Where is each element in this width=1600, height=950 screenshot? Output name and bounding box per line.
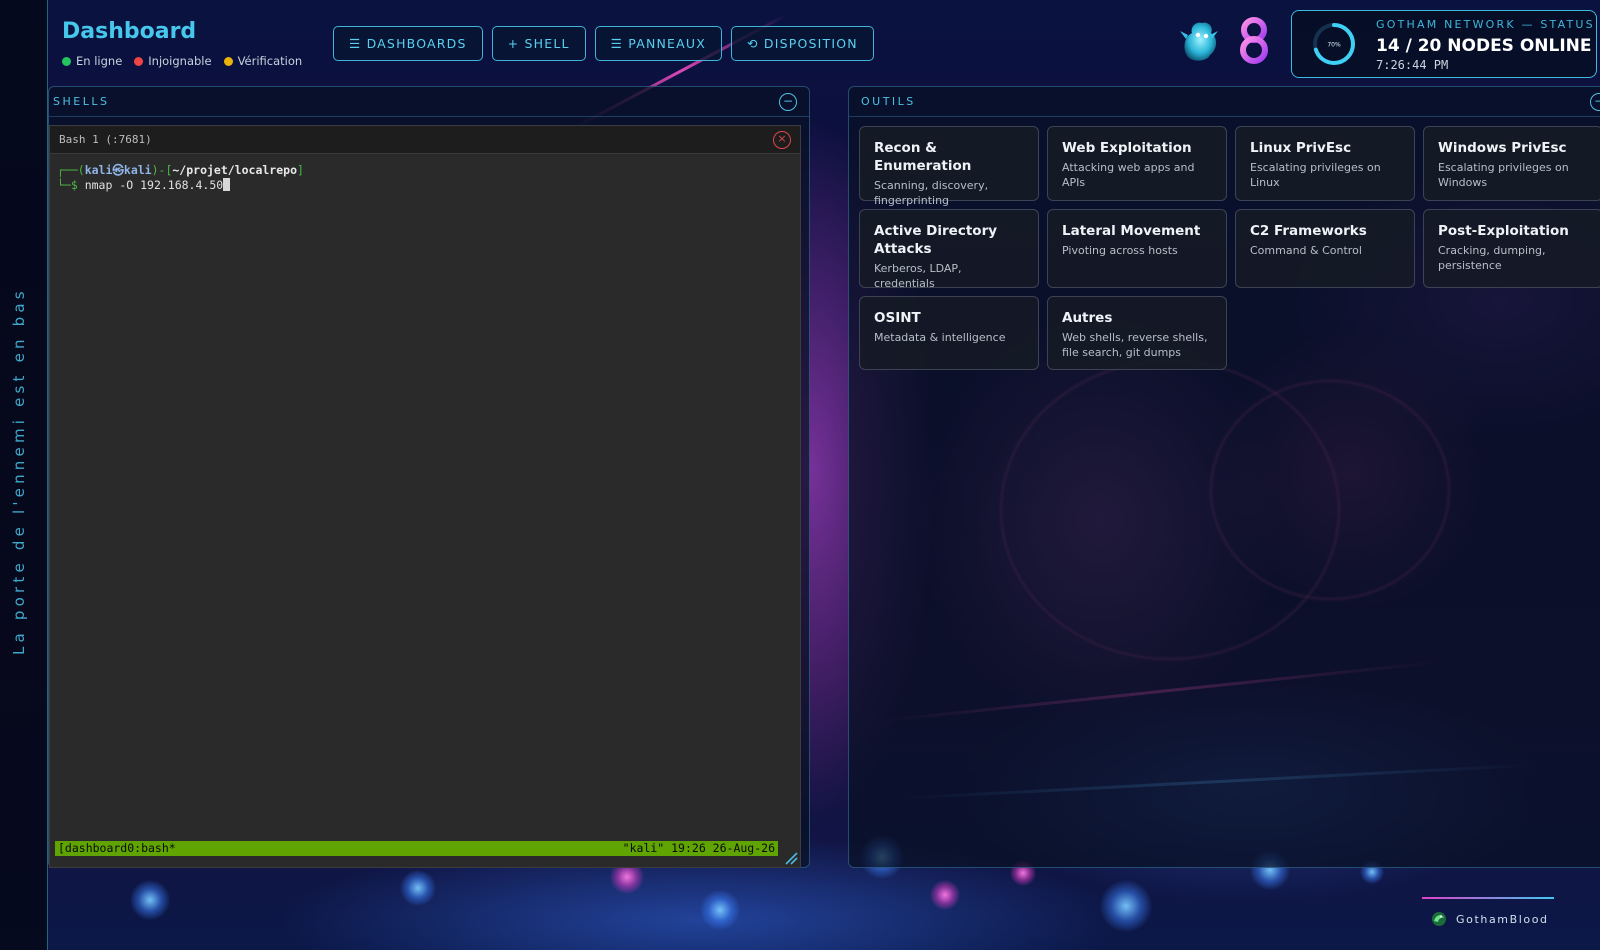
status-legend: En ligne Injoignable Vérification bbox=[62, 54, 302, 68]
tools-panel-title: OUTILS bbox=[861, 95, 916, 108]
nodes-gauge: 70% bbox=[1313, 23, 1355, 65]
shells-collapse-button[interactable]: − bbox=[779, 93, 797, 111]
tool-card-c2-frameworks[interactable]: C2 Frameworks Command & Control bbox=[1235, 209, 1415, 288]
gauge-percent-label: 70% bbox=[1327, 42, 1341, 49]
prompt-user-host: kali㉿kali bbox=[84, 163, 152, 177]
checking-dot-icon bbox=[223, 56, 233, 66]
status-clock: 7:26:44 PM bbox=[1376, 58, 1449, 72]
shells-panel-title: SHELLS bbox=[53, 95, 110, 108]
terminal-title: Bash 1 (:7681) bbox=[59, 133, 152, 146]
tool-card-windows-privesc[interactable]: Windows PrivEsc Escalating privileges on… bbox=[1423, 126, 1600, 201]
shells-header-divider bbox=[49, 116, 809, 117]
nodes-online-count: 14 / 20 NODES ONLINE bbox=[1376, 36, 1592, 56]
terminal-cursor bbox=[223, 178, 231, 191]
online-dot-icon bbox=[62, 56, 71, 66]
legend-online: En ligne bbox=[62, 54, 122, 68]
tools-collapse-button[interactable]: − bbox=[1590, 93, 1600, 111]
network-status-card: 70% GOTHAM NETWORK — STATUS 14 / 20 NODE… bbox=[1291, 10, 1597, 78]
dragon-mascot-icon bbox=[1180, 22, 1218, 61]
terminal-titlebar: Bash 1 (:7681) × bbox=[50, 126, 800, 154]
tool-card-web-exploitation[interactable]: Web Exploitation Attacking web apps and … bbox=[1047, 126, 1227, 201]
status-title: GOTHAM NETWORK — STATUS bbox=[1376, 18, 1595, 31]
legend-unreachable: Injoignable bbox=[134, 54, 212, 68]
dashboards-button[interactable]: ☰ DASHBOARDS bbox=[333, 26, 483, 61]
tool-card-osint[interactable]: OSINT Metadata & intelligence bbox=[859, 296, 1039, 370]
page-title: Dashboard bbox=[62, 19, 197, 44]
tool-card-recon[interactable]: Recon & Enumeration Scanning, discovery,… bbox=[859, 126, 1039, 207]
side-rail: La porte de l'ennemi est en bas bbox=[0, 0, 48, 950]
terminal-screen[interactable]: ┌──(kali㉿kali)-[~/projet/localrepo] └─$ … bbox=[57, 163, 793, 193]
tmux-status-bar: [dashboard0:bash* "kali" 19:26 26-Aug-26 bbox=[55, 841, 778, 856]
footer-brand: GothamBlood bbox=[1430, 910, 1549, 928]
tmux-session: [dashboard0:bash* bbox=[58, 841, 176, 855]
terminal-command: nmap -O 192.168.4.50 bbox=[84, 178, 224, 192]
tools-header-divider bbox=[849, 116, 1600, 117]
brand-logo-icon bbox=[1432, 912, 1446, 926]
terminal-close-button[interactable]: × bbox=[773, 131, 791, 149]
tmux-clock: "kali" 19:26 26-Aug-26 bbox=[622, 841, 775, 855]
unreachable-dot-icon bbox=[134, 56, 144, 66]
terminal-window: Bash 1 (:7681) × ┌──(kali㉿kali)-[~/proje… bbox=[49, 125, 801, 868]
tool-card-autres[interactable]: Autres Web shells, reverse shells, file … bbox=[1047, 296, 1227, 370]
tool-card-post-exploitation[interactable]: Post-Exploitation Cracking, dumping, per… bbox=[1423, 209, 1600, 288]
shells-panel: SHELLS − Bash 1 (:7681) × ┌──(kali㉿kali)… bbox=[48, 86, 810, 868]
rail-motto: La porte de l'ennemi est en bas bbox=[10, 287, 28, 655]
footer-accent-line bbox=[1422, 897, 1554, 899]
legend-checking: Vérification bbox=[223, 54, 302, 68]
tool-card-active-directory[interactable]: Active Directory Attacks Kerberos, LDAP,… bbox=[859, 209, 1039, 290]
pink-mascot-icon bbox=[1240, 17, 1268, 64]
tools-panel: OUTILS − Recon & Enumeration Scanning, d… bbox=[848, 86, 1600, 868]
header: Dashboard En ligne Injoignable Vérificat… bbox=[48, 0, 1600, 86]
mascot-icons bbox=[1178, 16, 1272, 64]
tools-grid: Recon & Enumeration Scanning, discovery,… bbox=[859, 126, 1600, 370]
top-nav: ☰ DASHBOARDS + SHELL ☰ PANNEAUX ⟲ DISPOS… bbox=[333, 26, 874, 61]
layout-button[interactable]: ⟲ DISPOSITION bbox=[731, 26, 874, 61]
brand-name: GothamBlood bbox=[1456, 912, 1549, 926]
tool-card-linux-privesc[interactable]: Linux PrivEsc Escalating privileges on L… bbox=[1235, 126, 1415, 201]
tool-card-lateral-movement[interactable]: Lateral Movement Pivoting across hosts bbox=[1047, 209, 1227, 288]
add-shell-button[interactable]: + SHELL bbox=[491, 26, 586, 61]
prompt-path: ~/projet/localrepo bbox=[172, 163, 297, 177]
panels-button[interactable]: ☰ PANNEAUX bbox=[594, 26, 723, 61]
resize-handle-icon[interactable] bbox=[784, 851, 798, 865]
